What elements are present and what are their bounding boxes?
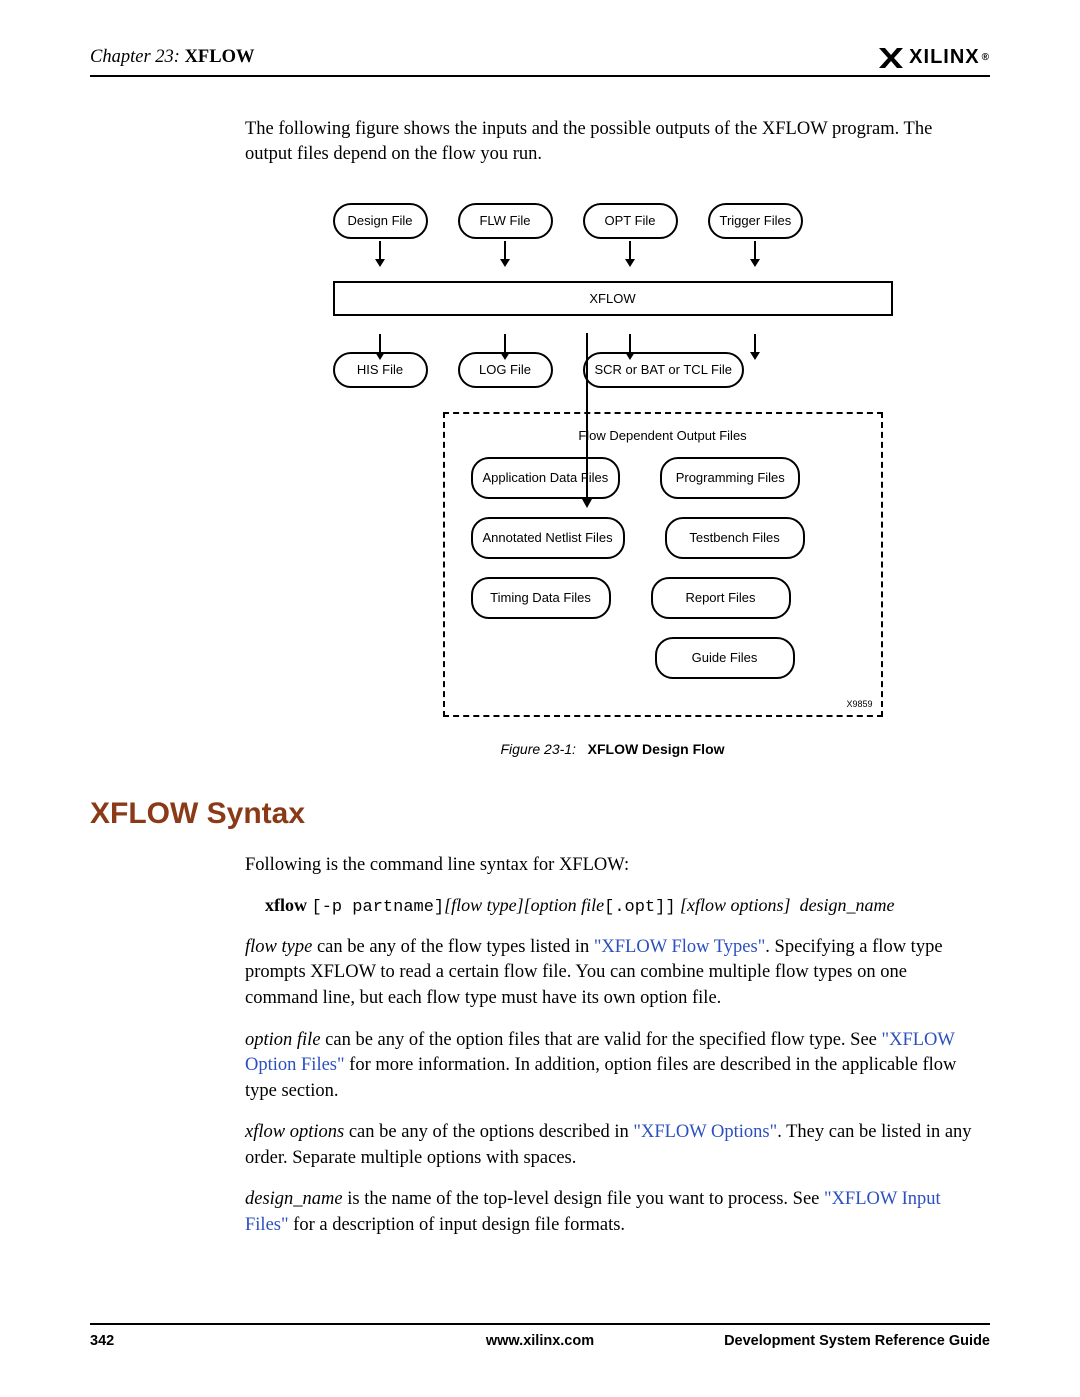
syntax-cmd: xflow <box>265 895 307 915</box>
page-header: Chapter 23: XFLOW XILINX ® <box>90 46 990 77</box>
arrow-down-icon <box>583 241 678 267</box>
text: is the name of the top-level design file… <box>343 1189 824 1209</box>
node-trigger-files: Trigger Files <box>708 203 804 239</box>
section-heading: XFLOW Syntax <box>90 797 980 831</box>
figure-title: XFLOW Design Flow <box>588 741 725 757</box>
chapter-label: Chapter 23: XFLOW <box>90 47 254 68</box>
node-netlist: Annotated Netlist Files <box>471 517 625 559</box>
chapter-prefix: Chapter 23: <box>90 47 180 67</box>
syntax-intro: Following is the command line syntax for… <box>245 853 980 879</box>
node-his-file: HIS File <box>333 352 428 388</box>
node-flw-file: FLW File <box>458 203 553 239</box>
node-prog-files: Programming Files <box>660 457 800 499</box>
xflow-diagram: Design File FLW File OPT File Trigger Fi… <box>333 203 893 718</box>
node-testbench: Testbench Files <box>665 517 805 559</box>
syntax-partname: [-p partname] <box>312 898 445 917</box>
node-timing: Timing Data Files <box>471 577 611 619</box>
group-title: Flow Dependent Output Files <box>463 428 863 443</box>
syntax-line: xflow [-p partname][flow type][option fi… <box>265 895 980 917</box>
para-flowtype: flow type can be any of the flow types l… <box>245 935 980 1012</box>
link-flow-types[interactable]: "XFLOW Flow Types" <box>594 937 765 957</box>
figure-id: X9859 <box>846 699 872 709</box>
syntax-flowtype: [flow type] <box>444 895 524 915</box>
page-number: 342 <box>90 1333 114 1349</box>
para-xfoptions: xflow options can be any of the options … <box>245 1120 980 1171</box>
intro-text: The following figure shows the inputs an… <box>245 117 980 167</box>
arrow-down-icon <box>708 241 803 267</box>
text: can be any of the options described in <box>344 1122 633 1142</box>
syntax-optfile: [option file <box>524 895 605 915</box>
brand-text: XILINX <box>909 46 979 69</box>
text: can be any of the flow types listed in <box>312 937 594 957</box>
footer-url: www.xilinx.com <box>486 1333 594 1349</box>
node-scr-file: SCR or BAT or TCL File <box>583 352 745 388</box>
xilinx-x-icon <box>877 47 905 69</box>
node-guide: Guide Files <box>655 637 795 679</box>
para-optfile: option file can be any of the option fil… <box>245 1028 980 1105</box>
node-xflow: XFLOW <box>333 281 893 316</box>
footer-guide: Development System Reference Guide <box>724 1333 990 1349</box>
xilinx-logo: XILINX ® <box>877 46 990 69</box>
registered-icon: ® <box>982 52 990 63</box>
syntax-designname: design_name <box>800 895 895 915</box>
figure-caption: Figure 23-1: XFLOW Design Flow <box>245 741 980 757</box>
text: for more information. In addition, optio… <box>245 1055 956 1101</box>
link-xflow-options[interactable]: "XFLOW Options" <box>633 1122 777 1142</box>
term-xfoptions: xflow options <box>245 1122 344 1142</box>
page-footer: 342 www.xilinx.com Development System Re… <box>90 1323 990 1349</box>
syntax-xfopt: [xflow options] <box>680 895 791 915</box>
figure-number: Figure 23-1: <box>500 741 575 757</box>
node-opt-file: OPT File <box>583 203 678 239</box>
flow-dependent-group: Flow Dependent Output Files Application … <box>443 412 883 717</box>
term-flowtype: flow type <box>245 937 312 957</box>
term-optfile: option file <box>245 1030 321 1050</box>
arrow-down-icon <box>333 241 428 267</box>
node-log-file: LOG File <box>458 352 553 388</box>
text: can be any of the option files that are … <box>321 1030 882 1050</box>
arrow-down-icon <box>458 241 553 267</box>
node-report: Report Files <box>651 577 791 619</box>
para-designname: design_name is the name of the top-level… <box>245 1187 980 1238</box>
chapter-title: XFLOW <box>185 47 255 67</box>
node-design-file: Design File <box>333 203 428 239</box>
term-designname: design_name <box>245 1189 343 1209</box>
node-app-data: Application Data Files <box>471 457 621 499</box>
syntax-optext: [.opt]] <box>604 898 675 917</box>
text: for a description of input design file f… <box>289 1215 626 1235</box>
